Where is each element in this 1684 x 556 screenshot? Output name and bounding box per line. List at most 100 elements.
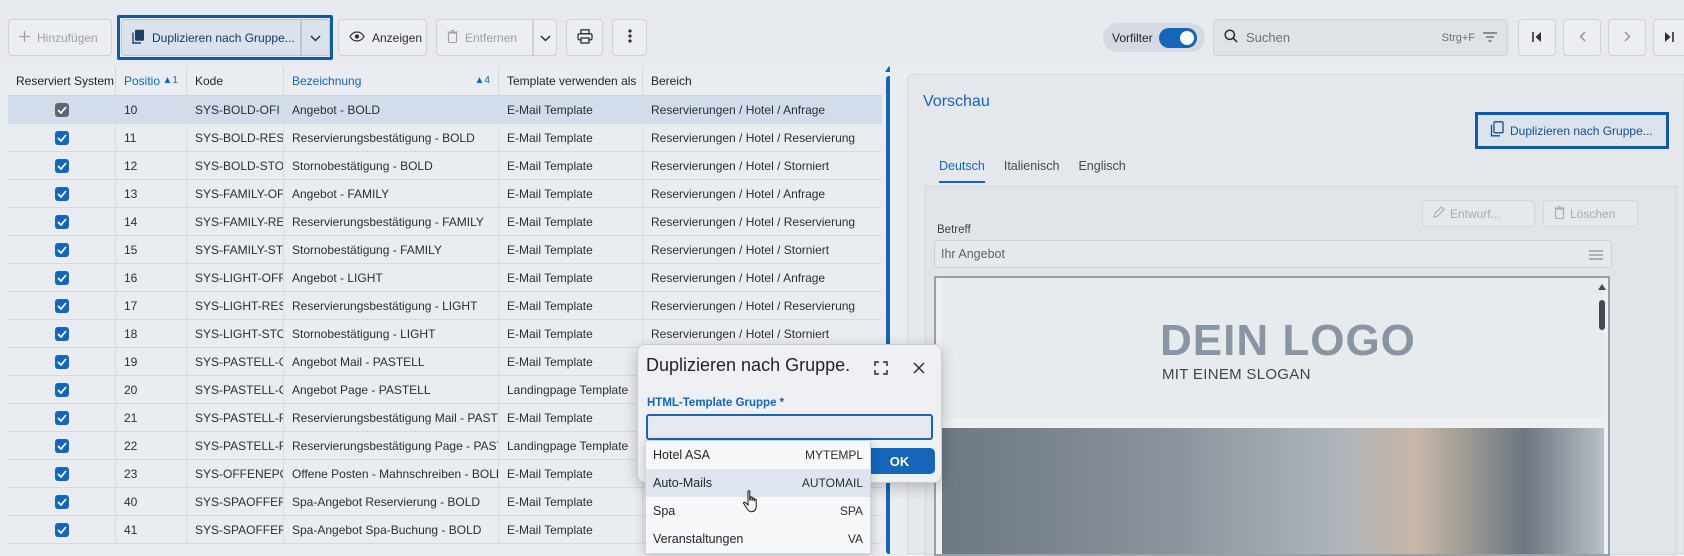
search-field[interactable]: Suchen Strg+F [1213,19,1508,56]
show-button[interactable]: Anzeigen [338,19,427,56]
code-cell: SYS-OFFENEPO [187,460,284,488]
subject-value: Ihr Angebot [941,247,1005,261]
template-editor: Entwurf... Löschen Betreff Ihr Angebot D… [925,186,1677,556]
close-icon[interactable] [910,359,928,377]
pencil-icon [1433,206,1445,221]
name-cell: Angebot Mail - PASTELL [284,348,499,376]
column-header-usage[interactable]: Template verwenden als [499,66,643,96]
scroll-up-icon[interactable] [1598,284,1606,290]
column-header-code[interactable]: Kode [187,66,284,96]
area-cell: Reservierungen / Hotel / Reservierung [651,215,856,229]
last-record-button[interactable] [1653,19,1684,56]
reserved-system-cell [8,376,116,404]
copy-icon [132,29,145,47]
document-scrollbar[interactable] [1598,284,1606,554]
table-row[interactable]: 11 SYS-BOLD-RESE Reservierungsbestätigung … [8,124,882,152]
checkbox-checked-icon[interactable] [54,299,69,313]
draft-button[interactable]: Entwurf... [1422,200,1535,227]
dropdown-option[interactable]: Hotel ASA MYTEMPL [646,441,870,469]
position-cell: 13 [116,180,187,208]
checkbox-checked-icon[interactable] [54,439,69,453]
remove-button[interactable]: Entfernen [436,19,533,56]
table-row[interactable]: 10 SYS-BOLD-OFI Angebot - BOLD E-Mail Templ… [8,96,882,124]
scroll-up-icon[interactable] [885,66,890,72]
remove-dropdown-button[interactable] [533,19,557,56]
code-cell: SYS-PASTELL-O [187,348,284,376]
column-header-area[interactable]: Bereich [643,66,882,96]
group-input[interactable] [646,414,933,440]
filter-icon[interactable] [1483,31,1497,45]
table-row[interactable]: 14 SYS-FAMILY-RES Reservierungsbestätigung… [8,208,882,236]
checkbox-checked-icon[interactable] [54,411,69,425]
previous-record-button[interactable] [1563,19,1601,56]
sort-indicator: ▲1 [162,75,178,86]
table-row[interactable]: 12 SYS-BOLD-STOI Stornobestätigung - BOLD E… [8,152,882,180]
checkbox-checked-icon[interactable] [54,215,69,229]
prefilter-switch[interactable] [1158,27,1197,48]
ok-button[interactable]: OK [864,448,935,474]
remove-button-label: Entfernen [465,30,518,45]
checkbox-checked-icon[interactable] [54,243,69,257]
checkbox-checked-icon[interactable] [54,271,69,285]
reserved-system-cell [8,516,116,544]
checkbox-checked-icon[interactable] [54,327,69,341]
usage-cell: Landingpage Template [499,376,643,404]
checkbox-checked-icon[interactable] [54,103,69,117]
usage-cell: E-Mail Template [499,516,643,544]
usage-cell: E-Mail Template [499,404,643,432]
column-header-reserved-system[interactable]: Reserviert System [8,66,116,96]
draft-button-label: Entwurf... [1450,206,1501,221]
usage-cell: E-Mail Template [499,488,643,516]
more-options-button[interactable] [612,19,647,56]
next-record-button[interactable] [1608,19,1646,56]
table-row[interactable]: 13 SYS-FAMILY-OF Angebot - FAMILY E-Mail Te… [8,180,882,208]
name-cell: Angebot - FAMILY [284,180,499,208]
checkbox-checked-icon[interactable] [54,467,69,481]
trash-icon [1554,205,1565,222]
first-record-button[interactable] [1518,19,1556,56]
document-scrollbar-thumb[interactable] [1599,300,1605,330]
skip-first-icon [1532,31,1542,45]
position-cell: 16 [116,264,187,292]
table-row[interactable]: 15 SYS-FAMILY-STO Stornobestätigung - FAMI… [8,236,882,264]
printer-icon [576,28,593,47]
menu-icon[interactable] [1589,241,1603,269]
duplicate-to-group-button[interactable]: Duplizieren nach Gruppe... [121,19,301,56]
reserved-system-cell [8,96,116,124]
reserved-system-cell [8,264,116,292]
skip-last-icon [1664,31,1674,45]
table-row[interactable]: 16 SYS-LIGHT-OFFI Angebot - LIGHT E-Mail Te… [8,264,882,292]
duplicate-dropdown-button[interactable] [301,19,330,56]
position-cell: 22 [116,432,187,460]
print-button[interactable] [566,19,603,56]
checkbox-checked-icon[interactable] [54,131,69,145]
column-header-position[interactable]: Positio ▲1 [116,66,187,96]
preview-duplicate-button[interactable]: Duplizieren nach Gruppe... [1475,112,1669,149]
checkbox-checked-icon[interactable] [54,495,69,509]
add-button[interactable]: Hinzufügen [8,19,112,56]
column-header-name[interactable]: Bezeichnung ▲4 [284,66,499,96]
position-cell: 11 [116,124,187,152]
reserved-system-cell [8,236,116,264]
dropdown-option[interactable]: Veranstaltungen VA [646,525,870,553]
table-row[interactable]: 17 SYS-LIGHT-RESI Reservierungsbestätigung… [8,292,882,320]
checkbox-checked-icon[interactable] [54,383,69,397]
chevron-down-icon [539,31,551,45]
search-input[interactable]: Suchen [1246,30,1434,45]
tab-englisch[interactable]: Englisch [1078,159,1125,183]
delete-button[interactable]: Löschen [1543,200,1638,227]
tab-italienisch[interactable]: Italienisch [1004,159,1060,183]
position-cell: 19 [116,348,187,376]
subject-field[interactable]: Ihr Angebot [934,240,1612,268]
code-cell: SYS-LIGHT-OFFI [187,264,284,292]
checkbox-checked-icon[interactable] [54,523,69,537]
eye-icon [349,30,365,45]
tab-deutsch[interactable]: Deutsch [939,159,985,183]
usage-cell: E-Mail Template [499,96,643,124]
checkbox-checked-icon[interactable] [54,355,69,369]
prefilter-toggle[interactable]: Vorfilter [1103,23,1205,52]
checkbox-checked-icon[interactable] [54,187,69,201]
maximize-icon[interactable] [872,359,890,377]
checkbox-checked-icon[interactable] [54,159,69,173]
area-cell: Reservierungen / Hotel / Storniert [651,243,830,257]
